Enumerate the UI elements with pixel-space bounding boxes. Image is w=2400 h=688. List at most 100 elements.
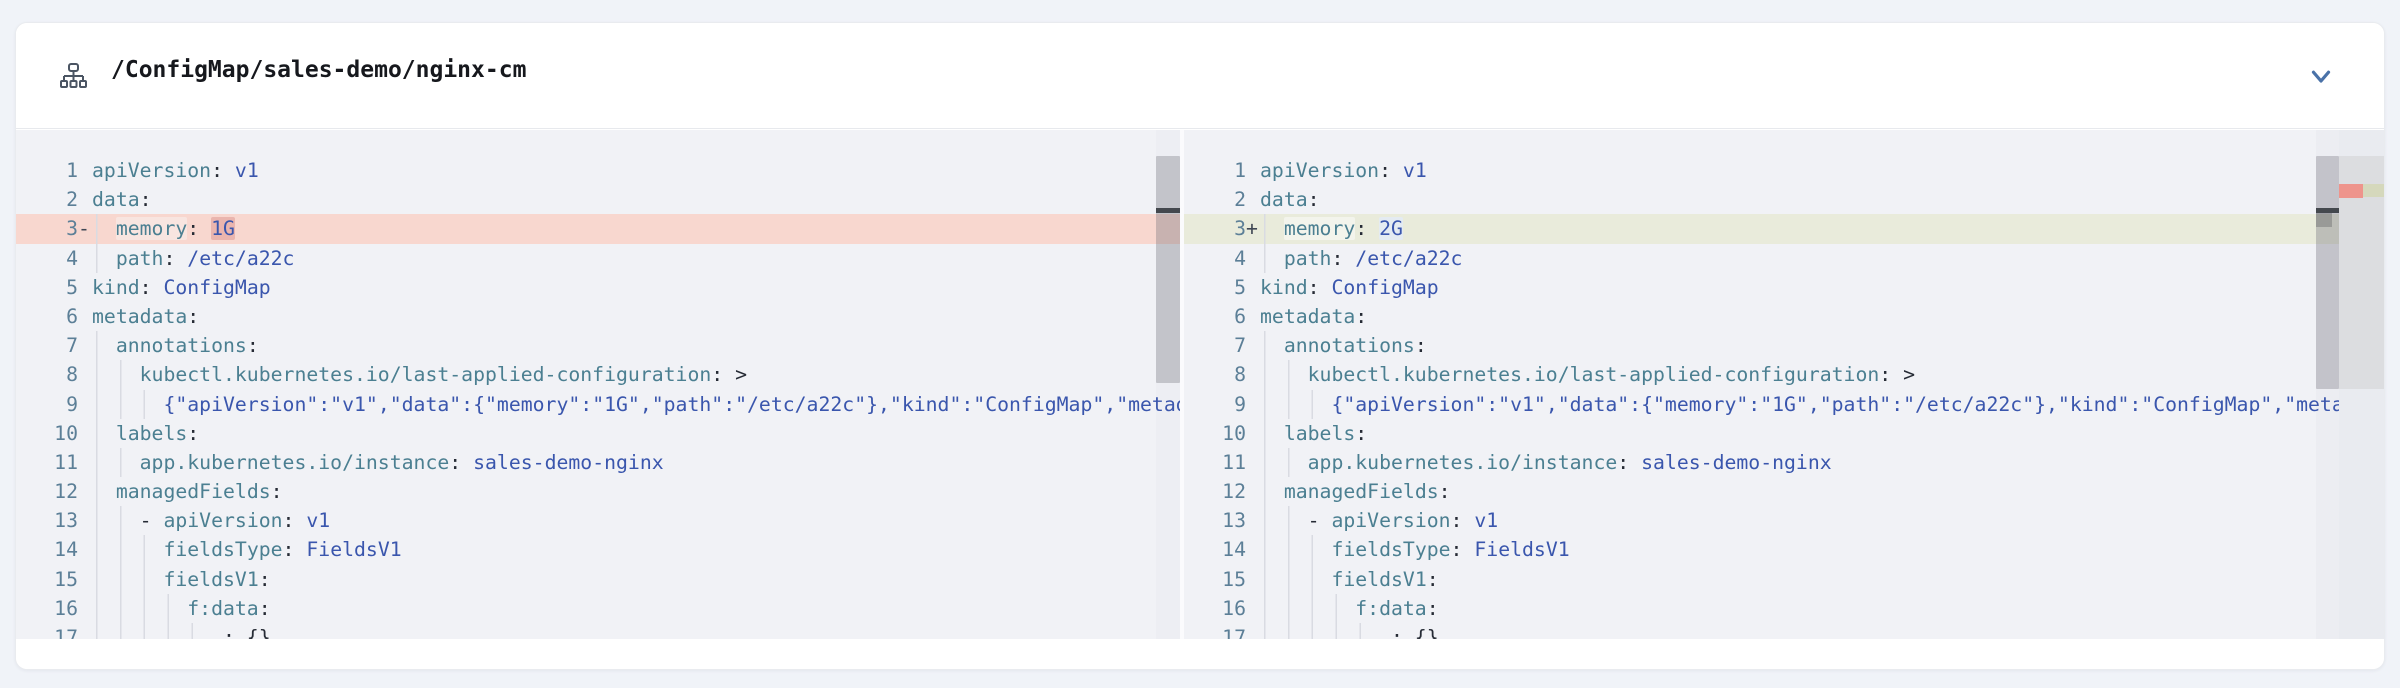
line-number: 11 (1184, 448, 1246, 477)
code-text: fieldsType: FieldsV1 (163, 535, 401, 564)
code-text: metadata: (1260, 302, 1367, 331)
code-line: 12 managedFields: (16, 477, 1180, 506)
code-line: 5 kind: ConfigMap (1184, 273, 2339, 302)
line-number: 9 (16, 390, 78, 419)
code-text: annotations: (1284, 331, 1427, 360)
line-number: 1 (1184, 156, 1246, 185)
code-text: labels: (116, 419, 199, 448)
line-number: 13 (16, 506, 78, 535)
code-text: kubectl.kubernetes.io/last-applied-confi… (1308, 360, 1915, 389)
code-line: 7 annotations: (16, 331, 1180, 360)
code-line: 16f:data: (16, 594, 1180, 623)
diff-view: 1apiVersion: v12data:3-memory: 1G4path: … (16, 130, 2385, 641)
chevron-down-icon[interactable] (2306, 61, 2336, 91)
code-line: 13 - apiVersion: v1 (1184, 506, 2339, 535)
line-number: 7 (16, 331, 78, 360)
line-number: 10 (16, 419, 78, 448)
ruler-deletion-mark (2339, 184, 2363, 198)
line-number: 12 (16, 477, 78, 506)
code-line: 15 fieldsV1: (16, 565, 1180, 594)
sitemap-icon (56, 59, 90, 93)
code-line: 14 fieldsType: FieldsV1 (16, 535, 1180, 564)
code-text: apiVersion: v1 (92, 156, 259, 185)
indent-guides (92, 448, 140, 477)
code-text: memory: 2G (1284, 214, 1403, 243)
indent-guides (1260, 390, 1331, 419)
code-line: 4 path: /etc/a22c (16, 244, 1180, 273)
right-pane-scrollbar[interactable] (2316, 130, 2339, 641)
code-text: path: /etc/a22c (116, 244, 295, 273)
ruler-addition-mark (2363, 184, 2385, 197)
line-number: 10 (1184, 419, 1246, 448)
right-scrollbar-thumb[interactable] (2316, 156, 2339, 389)
line-number: 12 (1184, 477, 1246, 506)
line-number: 1 (16, 156, 78, 185)
diff-card: /ConfigMap/sales-demo/nginx-cm 1 apiVersi… (15, 22, 2385, 670)
code-text: annotations: (116, 331, 259, 360)
line-number: 14 (16, 535, 78, 564)
line-number: 3 (1184, 214, 1246, 243)
line-number: 6 (16, 302, 78, 331)
line-number: 8 (1184, 360, 1246, 389)
right-scrollbar-position-marker (2316, 213, 2332, 227)
indent-guides (92, 390, 163, 419)
code-line: 3+memory: 2G (1184, 214, 2339, 243)
indent-guides (1260, 448, 1308, 477)
code-line: 2data: (16, 185, 1180, 214)
left-pane-scrollbar[interactable] (1156, 130, 1180, 641)
code-text: f:data: (1355, 594, 1438, 623)
code-line: 15 fieldsV1: (1184, 565, 2339, 594)
code-line: 9 {"apiVersion":"v1","data":{"memory":"1G… (16, 390, 1180, 419)
code-text: - apiVersion: v1 (1308, 506, 1499, 535)
indent-guides (92, 331, 116, 360)
resource-title: /ConfigMap/sales-demo/nginx-cm (111, 57, 526, 83)
indent-guides (1260, 244, 1284, 273)
code-line: 11app.kubernetes.io/instance: sales-demo… (16, 448, 1180, 477)
line-number: 5 (1184, 273, 1246, 302)
code-line: 6metadata: (1184, 302, 2339, 331)
code-text: path: /etc/a22c (1284, 244, 1463, 273)
line-number: 5 (16, 273, 78, 302)
code-text: apiVersion: v1 (1260, 156, 1427, 185)
code-line: 8 kubectl.kubernetes.io/last-applied-conf… (16, 360, 1180, 389)
indent-guides (1260, 419, 1284, 448)
code-text: kind: ConfigMap (1260, 273, 1439, 302)
code-line: 12managedFields: (1184, 477, 2339, 506)
diff-overview-ruler[interactable] (2339, 130, 2385, 641)
code-line: 8 kubectl.kubernetes.io/last-applied-conf… (1184, 360, 2339, 389)
indent-guides (92, 360, 140, 389)
line-number: 2 (16, 185, 78, 214)
code-text: app.kubernetes.io/instance: sales-demo-n… (140, 448, 664, 477)
indent-guides (92, 244, 116, 273)
code-line: 16f:data: (1184, 594, 2339, 623)
line-number: 15 (16, 565, 78, 594)
code-line: 7 annotations: (1184, 331, 2339, 360)
diff-marker: - (78, 214, 92, 243)
code-line: 5 kind: ConfigMap (16, 273, 1180, 302)
code-text: kind: ConfigMap (92, 273, 271, 302)
line-number: 8 (16, 360, 78, 389)
resource-header[interactable]: /ConfigMap/sales-demo/nginx-cm (16, 23, 2384, 129)
line-number: 13 (1184, 506, 1246, 535)
code-line: 13- apiVersion: v1 (16, 506, 1180, 535)
code-line: 4path: /etc/a22c (1184, 244, 2339, 273)
line-number: 9 (1184, 390, 1246, 419)
code-line: 3-memory: 1G (16, 214, 1180, 243)
code-text: fieldsV1: (163, 565, 270, 594)
line-number: 15 (1184, 565, 1246, 594)
line-number: 16 (16, 594, 78, 623)
code-text: memory: 1G (116, 214, 235, 243)
line-number: 4 (16, 244, 78, 273)
line-number: 7 (1184, 331, 1246, 360)
indent-guides (1260, 565, 1331, 594)
diff-pane-left: 1 apiVersion: v12data:3-memory: 1G4 path: … (16, 130, 1180, 641)
left-scrollbar-thumb[interactable] (1156, 156, 1180, 383)
code-text: kubectl.kubernetes.io/last-applied-confi… (140, 360, 747, 389)
indent-guides (92, 214, 116, 243)
indent-guides (92, 419, 116, 448)
code-line: 6metadata: (16, 302, 1180, 331)
code-text: fieldsV1: (1331, 565, 1438, 594)
code-text: {"apiVersion":"v1","data":{"memory":"1G"… (163, 390, 1180, 419)
code-text: managedFields: (116, 477, 283, 506)
indent-guides (1260, 214, 1284, 243)
